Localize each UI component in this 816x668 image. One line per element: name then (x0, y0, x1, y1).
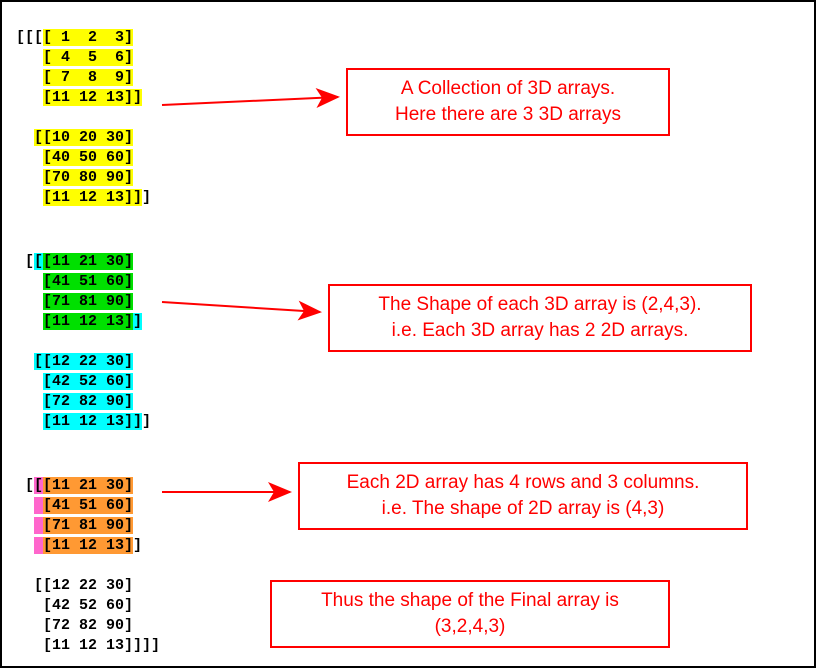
arrow-1 (162, 97, 338, 105)
callout-line: A Collection of 3D arrays. (401, 78, 615, 99)
callout-line: Each 2D array has 4 rows and 3 columns. (347, 472, 700, 493)
callout-line: Here there are 3 3D arrays (395, 104, 621, 125)
callout-line: The Shape of each 3D array is (2,4,3). (378, 294, 701, 315)
callout-collection: A Collection of 3D arrays. Here there ar… (346, 68, 670, 136)
callout-3d-shape: The Shape of each 3D array is (2,4,3). i… (328, 284, 752, 352)
array-block-3: [[[11 21 30] [41 51 60] [71 81 90] [11 1… (16, 456, 160, 656)
diagram-frame: [[[[ 1 2 3] [ 4 5 6] [ 7 8 9] [11 12 13]… (0, 0, 816, 668)
callout-line: Thus the shape of the Final array is (321, 590, 619, 611)
callout-final-shape: Thus the shape of the Final array is (3,… (270, 580, 670, 648)
callout-line: i.e. Each 3D array has 2 2D arrays. (392, 320, 689, 341)
callout-line: (3,2,4,3) (435, 616, 506, 637)
array-block-1: [[[[ 1 2 3] [ 4 5 6] [ 7 8 9] [11 12 13]… (16, 8, 151, 208)
callout-line: i.e. The shape of 2D array is (4,3) (382, 498, 665, 519)
callout-2d-shape: Each 2D array has 4 rows and 3 columns. … (298, 462, 748, 530)
array-block-2: [[[11 21 30] [41 51 60] [71 81 90] [11 1… (16, 232, 151, 432)
arrow-2 (162, 302, 320, 312)
